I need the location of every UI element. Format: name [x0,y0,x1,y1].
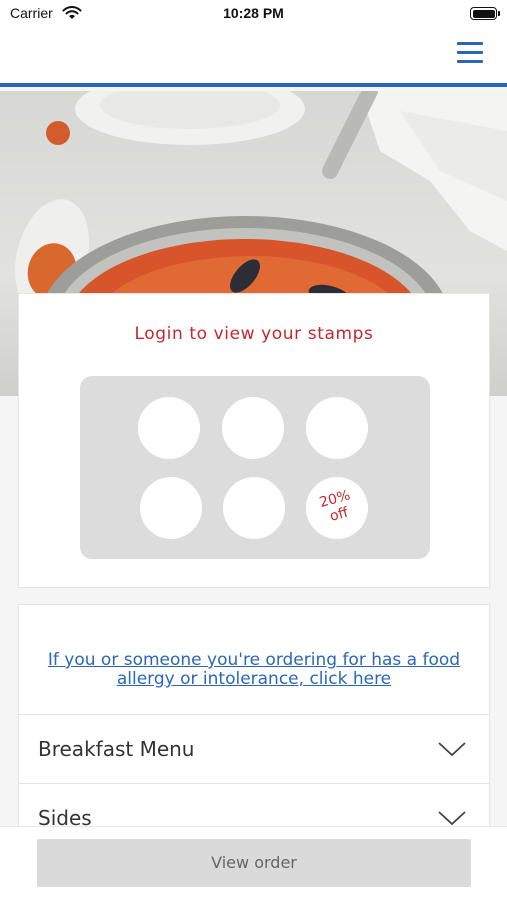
allergy-info-link[interactable]: If you or someone you're ordering for ha… [39,651,469,689]
battery-icon [470,7,500,20]
chevron-down-icon [438,811,466,826]
app-header [0,30,507,87]
stamp-grid: 20% off [80,376,430,559]
footer-bar: View order [0,826,507,900]
stamp-slot [140,477,202,539]
view-order-button[interactable]: View order [37,839,471,887]
stamp-slot [306,397,368,459]
stamp-slot [223,477,285,539]
status-bar: Carrier 10:28 PM [0,0,507,30]
reward-label: 20% off [317,487,353,525]
stamp-slot [222,397,284,459]
hamburger-menu-icon[interactable] [457,40,483,64]
clock: 10:28 PM [223,5,284,21]
chevron-down-icon [438,742,466,757]
menu-section-breakfast[interactable]: Breakfast Menu [19,714,489,783]
menu-section-label: Breakfast Menu [38,737,195,761]
login-to-view-stamps-link[interactable]: Login to view your stamps [19,324,489,344]
stamp-slot [138,397,200,459]
reward-stamp-slot: 20% off [306,477,368,539]
stamp-card: Login to view your stamps 20% off [18,293,490,588]
